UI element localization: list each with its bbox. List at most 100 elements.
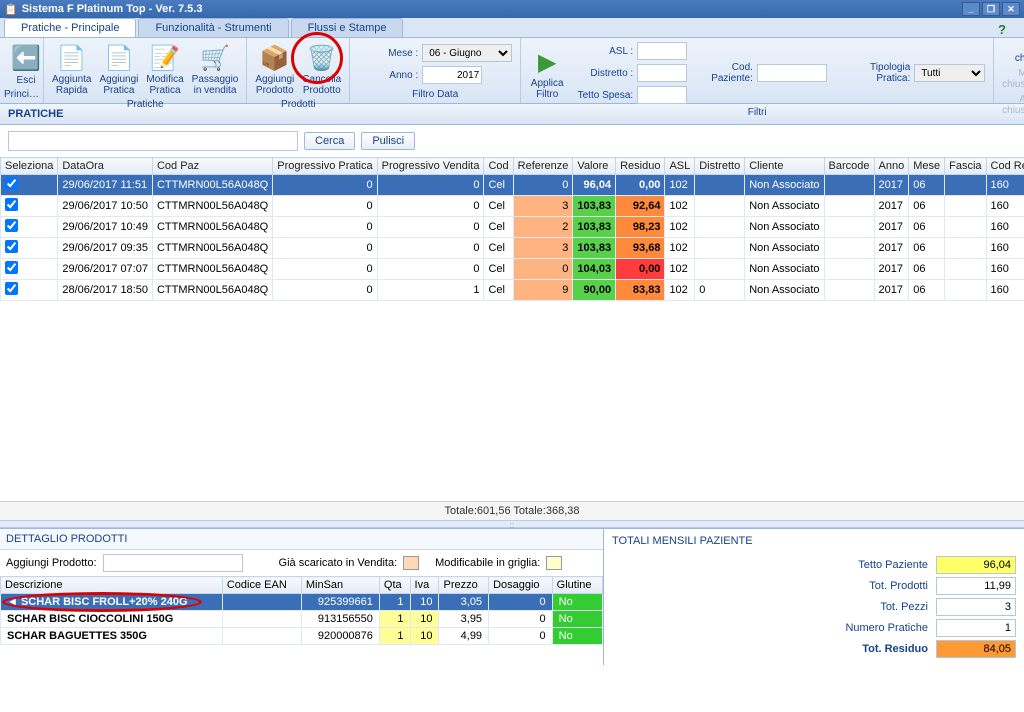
col-header[interactable]: Fascia [945, 158, 986, 175]
tot-residuo-label: Tot. Residuo [862, 643, 928, 655]
distretto-input[interactable] [637, 64, 687, 82]
delete-product-icon: 🗑️ [306, 42, 338, 74]
col-header[interactable]: ASL [665, 158, 695, 175]
col-header[interactable]: Anno [874, 158, 909, 175]
asl-input[interactable] [637, 42, 687, 60]
ribbon: ⬅️ Esci Princi… 📄Aggiunta Rapida 📄Aggiun… [0, 38, 1024, 104]
sale-icon: 🛒 [199, 42, 231, 74]
det-col-header[interactable]: Descrizione [1, 577, 223, 594]
tot-residuo-value: 84,05 [936, 640, 1016, 658]
group-pratiche: Pratiche [48, 98, 242, 111]
help-icon[interactable]: ? [998, 22, 1006, 37]
tab-pratiche[interactable]: Pratiche - Principale [4, 18, 136, 37]
col-header[interactable]: Cod [484, 158, 513, 175]
aggiungi-prodotto-button[interactable]: 📦Aggiungi Prodotto [251, 40, 298, 98]
aggiunta-rapida-button[interactable]: 📄Aggiunta Rapida [48, 40, 95, 98]
tipologia-select[interactable]: Tutti [914, 64, 985, 82]
cancella-prodotto-button[interactable]: 🗑️Cancella Prodotto [298, 40, 345, 98]
search-input[interactable] [8, 131, 298, 151]
det-col-header[interactable]: Iva [410, 577, 439, 594]
ribbon-tabs: Pratiche - Principale Funzionalità - Str… [0, 18, 1024, 38]
table-row[interactable]: 29/06/2017 11:51CTTMRN00L56A048Q00Cel096… [1, 175, 1024, 196]
det-row[interactable]: SCHAR BISC CIOCCOLINI 150G9131565501103,… [1, 611, 603, 628]
table-row[interactable]: 29/06/2017 09:35CTTMRN00L56A048Q00Cel310… [1, 238, 1024, 259]
mese-select[interactable]: 06 - Giugno [422, 44, 512, 62]
asl-label: ASL : [573, 46, 633, 57]
totali-header: TOTALI MENSILI PAZIENTE [612, 533, 1016, 553]
col-header[interactable]: Progressivo Pratica [273, 158, 377, 175]
exit-icon: ⬅️ [10, 43, 42, 75]
codpaz-label: Cod. Paziente: [711, 62, 753, 84]
swatch-modificabile [546, 556, 562, 570]
det-row[interactable]: SCHAR BAGUETTES 350G9200008761104,990No [1, 628, 603, 645]
col-header[interactable]: Seleziona [1, 158, 58, 175]
col-header[interactable]: Residuo [616, 158, 665, 175]
minimize-button[interactable]: _ [962, 2, 980, 16]
aggiungi-prodotto-input[interactable] [103, 554, 243, 572]
totals-footer: Totale:601,56 Totale:368,38 [0, 501, 1024, 520]
col-header[interactable]: Mese [909, 158, 945, 175]
pulisci-button[interactable]: Pulisci [361, 132, 415, 150]
splitter[interactable]: :: [0, 520, 1024, 528]
anno-input[interactable] [422, 66, 482, 84]
table-row[interactable]: 29/06/2017 10:49CTTMRN00L56A048Q00Cel210… [1, 217, 1024, 238]
col-header[interactable]: Referenze [513, 158, 573, 175]
titlebar: 📋 Sistema F Platinum Top - Ver. 7.5.3 _ … [0, 0, 1024, 18]
edit-doc-icon: 📝 [149, 42, 181, 74]
det-col-header[interactable]: Qta [379, 577, 410, 594]
det-col-header[interactable]: Dosaggio [489, 577, 553, 594]
add-fast-icon: 📄 [56, 42, 88, 74]
restore-button[interactable]: ❐ [982, 2, 1000, 16]
play-icon: ▶ [531, 46, 563, 78]
row-checkbox[interactable] [5, 198, 18, 211]
col-header[interactable]: Cod Reg [986, 158, 1024, 175]
row-checkbox[interactable] [5, 177, 18, 190]
add-product-icon: 📦 [259, 42, 291, 74]
esci-button[interactable]: ⬅️ Esci [4, 41, 48, 88]
det-col-header[interactable]: Prezzo [439, 577, 489, 594]
row-checkbox[interactable] [5, 219, 18, 232]
aggiungi-pratica-button[interactable]: 📄Aggiungi Pratica [95, 40, 142, 98]
tot-prodotti-value: 11,99 [936, 577, 1016, 595]
tab-flussi[interactable]: Flussi e Stampe [291, 18, 404, 37]
cerca-button[interactable]: Cerca [304, 132, 355, 150]
aggiungi-prodotto-label: Aggiungi Prodotto: [6, 557, 97, 569]
group-filtrodata: Filtro Data [354, 88, 516, 101]
col-header[interactable]: Barcode [824, 158, 874, 175]
swatch-scaricato [403, 556, 419, 570]
tetto-input[interactable] [637, 86, 687, 104]
tab-funzionalita[interactable]: Funzionalità - Strumenti [138, 18, 288, 37]
col-header[interactable]: Cod Paz [152, 158, 272, 175]
det-col-header[interactable]: MinSan [301, 577, 379, 594]
anno-label: Anno : [358, 70, 418, 81]
col-header[interactable]: Progressivo Vendita [377, 158, 484, 175]
table-row[interactable]: 29/06/2017 10:50CTTMRN00L56A048Q00Cel310… [1, 196, 1024, 217]
close-button[interactable]: ✕ [1002, 2, 1020, 16]
app-icon: 📋 [4, 3, 18, 16]
col-header[interactable]: DataOra [58, 158, 153, 175]
row-checkbox[interactable] [5, 240, 18, 253]
tetto-paziente-label: Tetto Paziente [858, 559, 928, 571]
col-header[interactable]: Valore [573, 158, 616, 175]
col-header[interactable]: Distretto [695, 158, 745, 175]
passaggio-vendita-button[interactable]: 🛒Passaggio in vendita [188, 40, 243, 98]
table-row[interactable]: 28/06/2017 18:50CTTMRN00L56A048Q01Cel990… [1, 280, 1024, 301]
row-checkbox[interactable] [5, 282, 18, 295]
annoc-label: Anno chiusura: [1002, 94, 1024, 116]
table-row[interactable]: 29/06/2017 07:07CTTMRN00L56A048Q00Cel010… [1, 259, 1024, 280]
codpaz-input[interactable] [757, 64, 827, 82]
applica-filtro-button[interactable]: ▶Applica Filtro [525, 44, 569, 102]
app-title: Sistema F Platinum Top - Ver. 7.5.3 [22, 3, 203, 15]
det-col-header[interactable]: Codice EAN [222, 577, 301, 594]
pratiche-grid[interactable]: SelezionaDataOraCod PazProgressivo Prati… [0, 157, 1024, 301]
group-filtri: Filtri [525, 106, 989, 119]
add-doc-icon: 📄 [103, 42, 135, 74]
col-header[interactable]: Cliente [745, 158, 824, 175]
modifica-pratica-button[interactable]: 📝Modifica Pratica [142, 40, 187, 98]
det-col-header[interactable]: Glutine [552, 577, 602, 594]
dettaglio-grid[interactable]: DescrizioneCodice EANMinSanQtaIvaPrezzoD… [0, 576, 603, 645]
det-row[interactable]: ◄ SCHAR BISC FROLL+20% 240G9253996611103… [1, 594, 603, 611]
modificabile-label: Modificabile in griglia: [435, 557, 540, 569]
group-visualizza: Visualizza [998, 118, 1024, 131]
row-checkbox[interactable] [5, 261, 18, 274]
